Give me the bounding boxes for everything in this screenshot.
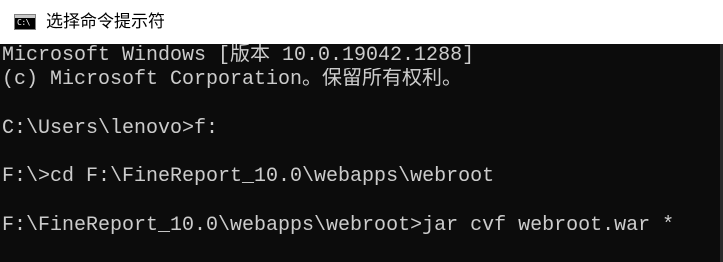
- console-line-blank: [2, 93, 723, 117]
- console-line-cd-command: F:\>cd F:\FineReport_10.0\webapps\webroo…: [2, 165, 495, 189]
- window-title: 选择命令提示符: [46, 12, 165, 32]
- console-line-copyright: (c) Microsoft Corporation。保留所有权利。: [2, 68, 463, 92]
- cmd-console-icon[interactable]: C:\: [14, 14, 36, 30]
- icon-glyph: C:\: [17, 18, 30, 27]
- command-prompt-window: C:\ 选择命令提示符 Microsoft Windows [版本 10.0.1…: [0, 0, 723, 262]
- console-line-version: Microsoft Windows [版本 10.0.19042.1288]: [2, 44, 475, 67]
- console-line-jar-command[interactable]: F:\FineReport_10.0\webapps\webroot>jar c…: [2, 214, 723, 238]
- title-bar[interactable]: C:\ 选择命令提示符: [0, 0, 723, 44]
- console-output[interactable]: Microsoft Windows [版本 10.0.19042.1288] (…: [0, 44, 723, 262]
- console-line-change-drive: C:\Users\lenovo>f:: [2, 116, 219, 140]
- console-line-blank: [2, 190, 723, 214]
- console-line-blank: [2, 141, 723, 165]
